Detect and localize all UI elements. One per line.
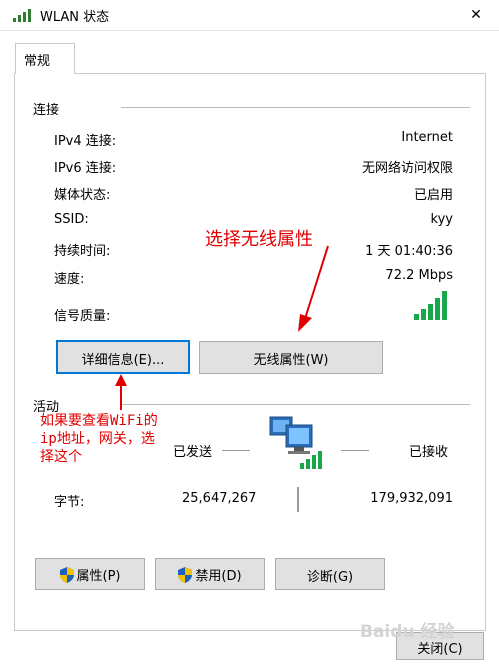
annotation-arrow-to-wireless (298, 245, 329, 332)
duration-value: 1 天 01:40:36 (365, 244, 453, 259)
wireless-properties-button-label: 无线属性(W) (253, 353, 329, 368)
connection-divider (121, 107, 470, 108)
bytes-divider (297, 487, 299, 512)
annotation-details-line: 如果要查看WiFi的 (40, 413, 158, 429)
title-bar: WLAN 状态 ✕ (0, 0, 499, 31)
properties-button-label: 属性(P) (76, 569, 121, 584)
speed-label: 速度: (54, 272, 85, 287)
bytes-label: 字节: (54, 495, 85, 510)
ipv4-value: Internet (401, 130, 453, 145)
received-label: 已接收 (409, 445, 449, 460)
disable-button[interactable]: 禁用(D) (155, 558, 265, 590)
ipv6-value: 无网络访问权限 (361, 161, 453, 176)
duration-label: 持续时间: (54, 244, 111, 259)
tab-general[interactable]: 常规 (15, 43, 75, 74)
uac-shield-icon (59, 567, 74, 583)
ipv4-label: IPv4 连接: (54, 134, 117, 149)
ipv6-label: IPv6 连接: (54, 161, 117, 176)
ssid-value: kyy (430, 212, 453, 227)
wifi-signal-icon (13, 9, 31, 22)
window-title: WLAN 状态 (40, 10, 110, 25)
bytes-sent-value: 25,647,267 (182, 491, 257, 506)
bytes-received-value: 179,932,091 (370, 491, 453, 506)
annotation-details-line: ip地址，网关，选 (40, 431, 155, 447)
tab-general-label: 常规 (24, 54, 51, 69)
uac-shield-icon (178, 567, 193, 583)
annotation-arrow-to-details (115, 374, 127, 410)
details-button[interactable]: 详细信息(E)... (56, 340, 190, 374)
annotation-details-line: 择这个 (40, 449, 82, 465)
watermark: Baidu 经验 (360, 622, 455, 642)
received-line (341, 450, 369, 451)
activity-divider (121, 404, 470, 405)
sent-label: 已发送 (173, 445, 213, 460)
speed-value: 72.2 Mbps (385, 268, 453, 283)
media-state-value: 已启用 (413, 188, 453, 203)
signal-quality-icon (414, 291, 447, 320)
media-state-label: 媒体状态: (54, 188, 111, 203)
sent-line (222, 450, 250, 451)
properties-button[interactable]: 属性(P) (35, 558, 145, 590)
signal-quality-label: 信号质量: (54, 309, 111, 324)
disable-button-label: 禁用(D) (195, 569, 242, 584)
wireless-properties-button[interactable]: 无线属性(W) (199, 341, 383, 374)
ssid-label: SSID: (54, 212, 89, 227)
diagnose-button[interactable]: 诊断(G) (275, 558, 385, 590)
connection-section-label: 连接 (33, 103, 60, 118)
close-icon[interactable]: ✕ (461, 0, 491, 30)
details-button-label: 详细信息(E)... (81, 353, 165, 368)
diagnose-button-label: 诊断(G) (306, 570, 354, 585)
network-computers-icon (269, 416, 322, 469)
annotation-details: 如果要查看WiFi的 ip地址，网关，选 择这个 (40, 412, 158, 466)
